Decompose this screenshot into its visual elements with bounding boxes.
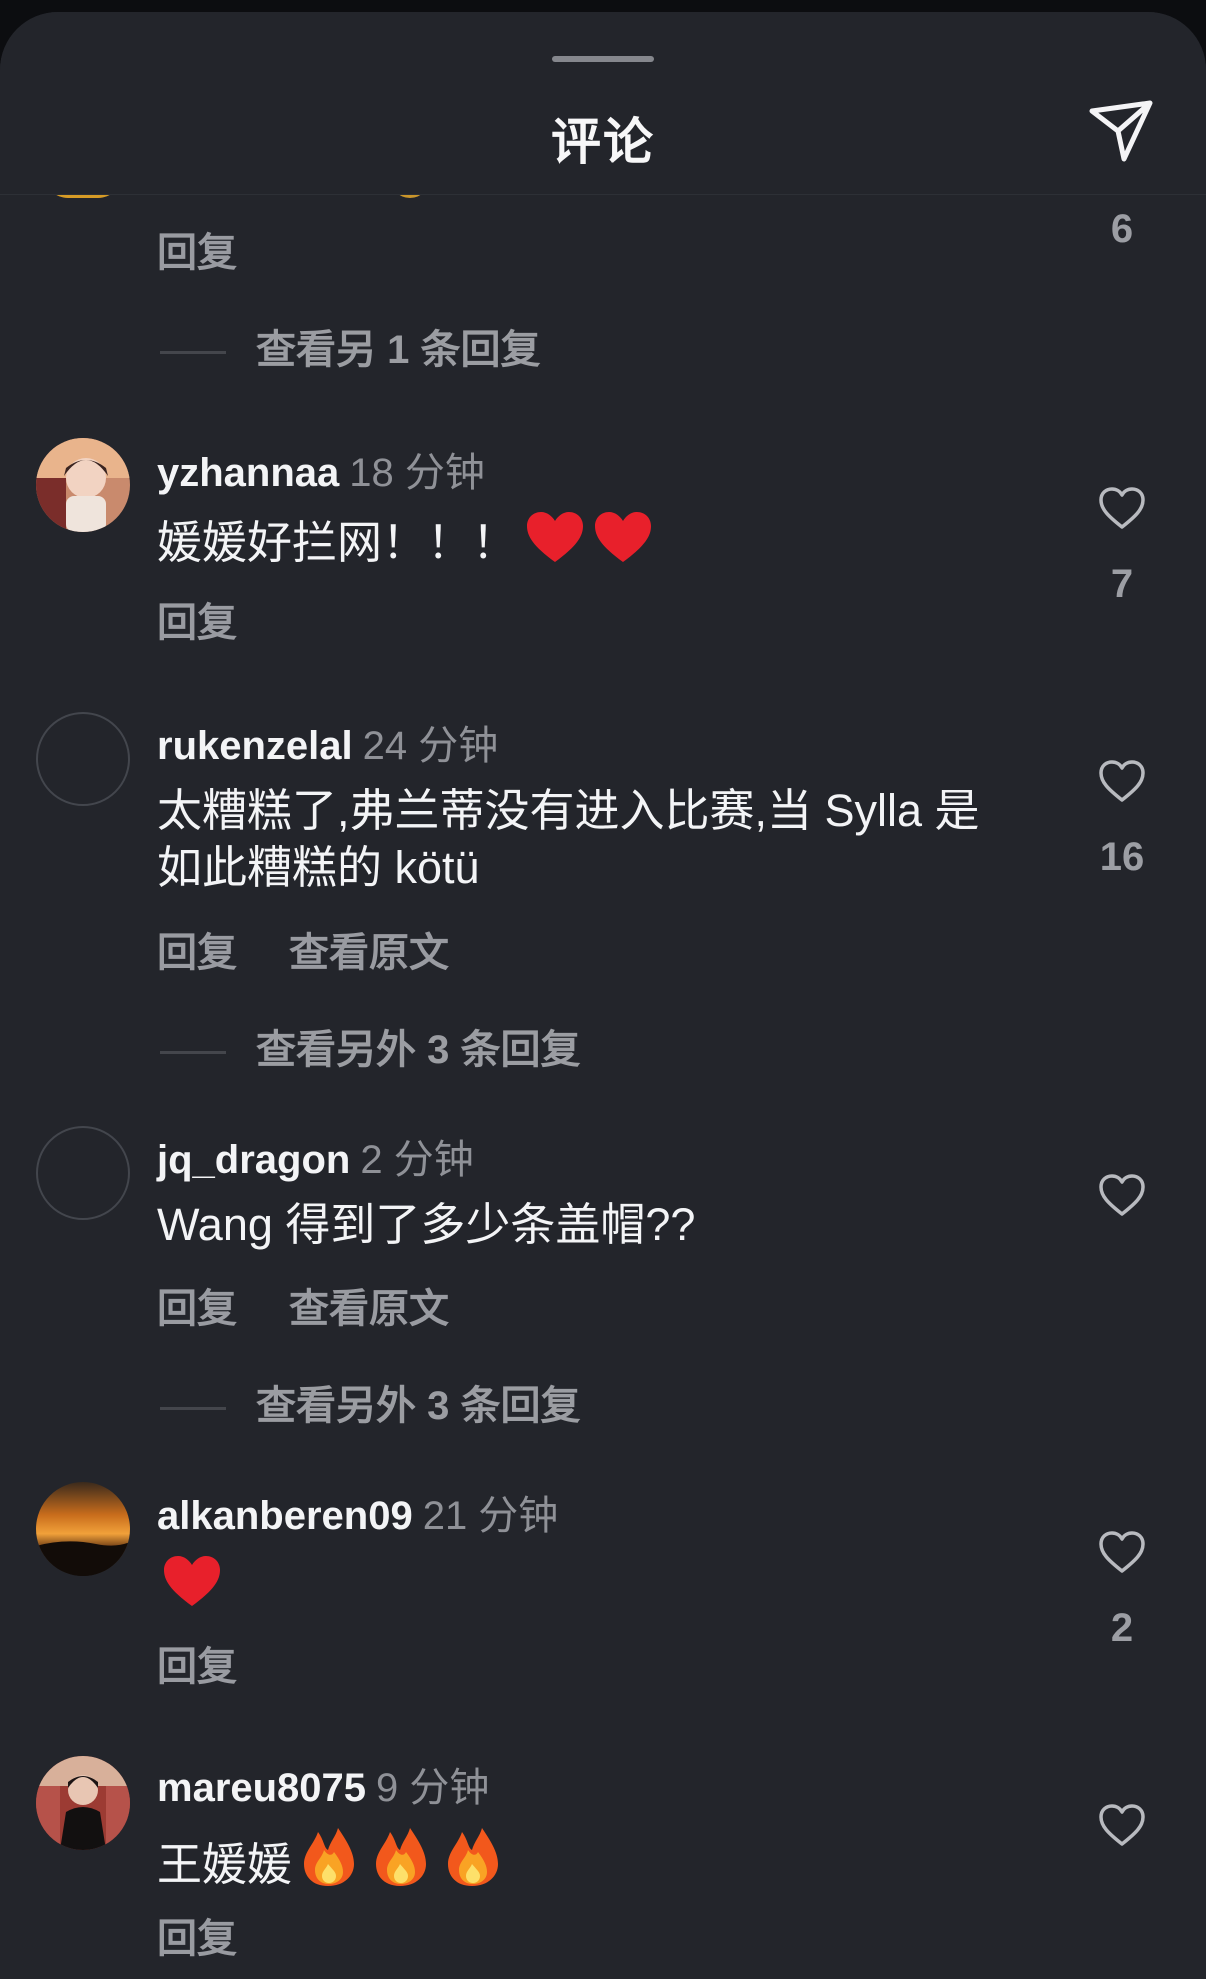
comment-actions: 回复 xyxy=(157,590,237,648)
page-title: 评论 xyxy=(551,114,655,170)
see-translation-button[interactable]: 查看原文 xyxy=(289,1287,449,1331)
comment-actions: 回复 xyxy=(157,1906,237,1964)
avatar[interactable] xyxy=(36,438,130,532)
comment-meta: rukenzelal 24 分钟 xyxy=(157,722,498,770)
heart-icon[interactable] xyxy=(1098,486,1146,530)
like-count: 7 xyxy=(1110,562,1134,606)
heart-icon[interactable] xyxy=(1098,1530,1146,1574)
heart-icon[interactable] xyxy=(1098,1173,1146,1217)
reply-button[interactable]: 回复 xyxy=(157,1917,237,1961)
see-translation-button[interactable]: 查看原文 xyxy=(289,931,449,975)
reply-button[interactable]: 回复 xyxy=(157,231,237,275)
view-more-replies[interactable]: 查看另外 3 条回复 xyxy=(160,1373,580,1431)
heart-emoji-icon xyxy=(523,510,653,579)
avatar[interactable] xyxy=(36,1482,130,1576)
view-more-replies[interactable]: 查看另外 3 条回复 xyxy=(160,1017,580,1075)
comment-text: Wang 得到了多少条盖帽?? xyxy=(157,1196,1027,1253)
comment-meta: jq_dragon 2 分钟 xyxy=(157,1136,474,1184)
heart-icon[interactable] xyxy=(1098,759,1146,803)
comment-actions: 回复 xyxy=(157,1634,237,1692)
comment-text: 王媛媛 xyxy=(157,1826,1027,1901)
timestamp: 2 分钟 xyxy=(360,1138,474,1182)
drag-handle[interactable] xyxy=(552,56,654,62)
timestamp: 9 分钟 xyxy=(376,1766,490,1810)
comment-meta: alkanberen09 21 分钟 xyxy=(157,1492,558,1540)
heart-icon[interactable] xyxy=(1098,1803,1146,1847)
comment-body: Wang 得到了多少条盖帽?? xyxy=(157,1199,696,1250)
avatar[interactable] xyxy=(36,1756,130,1850)
comment-text: 媛媛好拦网！！！ xyxy=(157,510,1027,579)
timestamp: 21 分钟 xyxy=(422,1494,559,1538)
comments-sheet: 评论 回复 6 查看另 1 条回复 yzhannaa 18 分钟 媛媛好拦网！！！ xyxy=(0,12,1206,1979)
comment-body: 王媛媛 xyxy=(157,1839,293,1890)
comment-body-line: 如此糟糕的 kötü xyxy=(157,842,480,893)
username[interactable]: rukenzelal xyxy=(157,724,353,768)
comment-meta: yzhannaa 18 分钟 xyxy=(157,449,485,497)
comment-text xyxy=(157,1554,1027,1623)
comment-text: 太糟糕了,弗兰蒂没有进入比赛,当 Sylla 是 如此糟糕的 kötü xyxy=(157,782,1027,896)
send-icon[interactable] xyxy=(1088,97,1156,165)
timestamp: 18 分钟 xyxy=(349,451,485,495)
view-more-replies-label: 查看另 1 条回复 xyxy=(256,328,541,372)
username[interactable]: alkanberen09 xyxy=(157,1494,413,1538)
comment-body: 媛媛好拦网！！！ xyxy=(157,517,518,568)
reply-button[interactable]: 回复 xyxy=(157,1645,237,1689)
previous-comment-actions: 回复 xyxy=(157,220,237,278)
like-count: 2 xyxy=(1110,1606,1134,1650)
username[interactable]: yzhannaa xyxy=(157,451,339,495)
fire-emoji-icon xyxy=(298,1826,504,1901)
timestamp: 24 分钟 xyxy=(362,724,499,768)
username[interactable]: mareu8075 xyxy=(157,1766,366,1810)
avatar[interactable] xyxy=(36,712,130,806)
like-count: 16 xyxy=(1099,835,1145,879)
divider-line xyxy=(160,1050,226,1054)
divider-line xyxy=(160,350,226,354)
reply-button[interactable]: 回复 xyxy=(157,601,237,645)
username[interactable]: jq_dragon xyxy=(157,1138,350,1182)
comment-body-line: 太糟糕了,弗兰蒂没有进入比赛,当 Sylla 是 xyxy=(157,785,980,836)
comment-actions: 回复 查看原文 xyxy=(157,1276,449,1334)
comment-meta: mareu8075 9 分钟 xyxy=(157,1764,489,1812)
avatar[interactable] xyxy=(36,1126,130,1220)
view-more-replies-label: 查看另外 3 条回复 xyxy=(256,1028,581,1072)
reply-button[interactable]: 回复 xyxy=(157,931,237,975)
view-more-replies-label: 查看另外 3 条回复 xyxy=(256,1384,581,1428)
reply-button[interactable]: 回复 xyxy=(157,1287,237,1331)
like-count: 6 xyxy=(1110,207,1134,251)
view-more-replies[interactable]: 查看另 1 条回复 xyxy=(160,317,540,375)
comment-actions: 回复 查看原文 xyxy=(157,920,449,978)
divider-line xyxy=(160,1406,226,1410)
sheet-header: 评论 xyxy=(0,12,1206,195)
heart-emoji-icon xyxy=(161,1554,223,1623)
